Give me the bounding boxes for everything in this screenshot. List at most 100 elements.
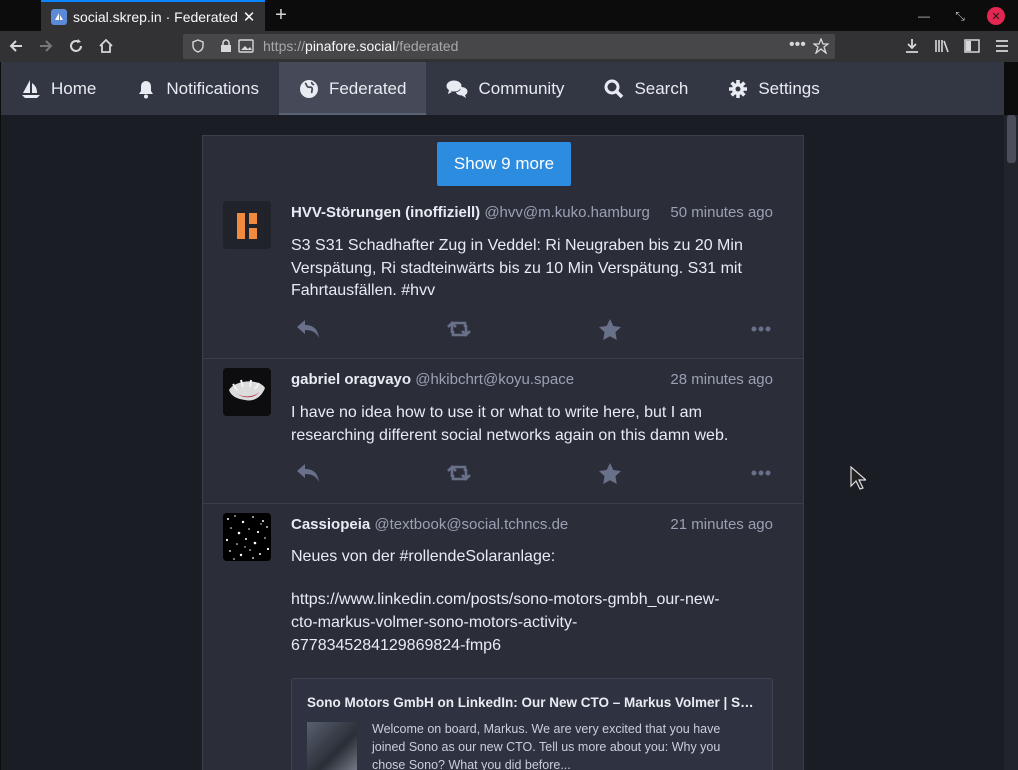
card-desc-line: joined Sono as our new CTO. Tell us more…	[372, 740, 721, 754]
pinafore-favicon-icon	[51, 8, 67, 25]
account-handle[interactable]: @textbook@social.tchncs.de	[374, 516, 568, 533]
nav-federated[interactable]: Federated	[278, 62, 427, 115]
status-time[interactable]: 28 minutes ago	[670, 371, 773, 388]
reply-icon[interactable]	[291, 314, 325, 344]
reload-icon[interactable]	[65, 35, 87, 57]
card-desc-line: chose Sono? What you did before...	[372, 758, 571, 770]
window-close-icon[interactable]: ✕	[987, 7, 1005, 25]
nav-search[interactable]: Search	[584, 62, 708, 115]
nav-notifications-label: Notifications	[166, 78, 259, 98]
bookmark-star-icon[interactable]	[813, 38, 829, 54]
hamburger-menu-icon[interactable]	[991, 35, 1013, 57]
account-handle[interactable]: @hkibchrt@koyu.space	[415, 371, 574, 388]
nav-home[interactable]: Home	[1, 62, 116, 115]
card-description: Welcome on board, Markus. We are very ex…	[372, 720, 762, 770]
link-line[interactable]: cto-markus-volmer-sono-motors-activity-	[291, 612, 773, 635]
avatar[interactable]	[223, 368, 271, 416]
show-more-button[interactable]: Show 9 more	[437, 142, 571, 186]
display-name[interactable]: gabriel oragvayo	[291, 371, 411, 388]
back-icon[interactable]	[5, 35, 27, 57]
more-options-icon[interactable]	[744, 314, 778, 344]
bell-icon	[139, 80, 154, 98]
status-time[interactable]: 50 minutes ago	[670, 204, 773, 221]
nav-community-label: Community	[478, 78, 565, 98]
nav-search-label: Search	[634, 78, 689, 98]
federated-timeline: Show 9 more HVV-Störungen (inoffiziell) …	[202, 135, 804, 770]
card-desc-line: Welcome on board, Markus. We are very ex…	[372, 722, 721, 736]
app-nav: Home Notifications Federated Community S…	[1, 62, 1004, 115]
creature-avatar-icon	[223, 368, 271, 416]
tab-close-icon[interactable]: ✕	[239, 7, 259, 27]
content-line: I have no idea how to use it or what to …	[291, 404, 702, 421]
favorite-star-icon[interactable]	[593, 314, 627, 344]
avatar[interactable]	[223, 513, 271, 561]
status-item[interactable]: HVV-Störungen (inoffiziell) @hvv@m.kuko.…	[203, 193, 803, 358]
content-line: Verspätung, Ri stadteinwärts bis zu 10 M…	[291, 259, 742, 277]
status-content: I have no idea how to use it or what to …	[291, 402, 773, 447]
lock-icon[interactable]	[220, 39, 232, 53]
home-icon[interactable]	[95, 35, 117, 57]
tab-title: social.skrep.in · Federated	[73, 8, 238, 25]
browser-tab[interactable]: social.skrep.in · Federated ✕	[41, 0, 265, 31]
status-content: S3 S31 Schadhafter Zug in Veddel: Ri Neu…	[291, 235, 773, 303]
main-content: Show 9 more HVV-Störungen (inoffiziell) …	[1, 115, 1004, 770]
avatar[interactable]	[223, 201, 271, 249]
favorite-star-icon[interactable]	[593, 458, 627, 488]
status-item[interactable]: Cassiopeia @textbook@social.tchncs.de 21…	[203, 503, 803, 770]
boost-icon[interactable]	[442, 314, 476, 344]
comments-icon	[446, 80, 468, 98]
status-header: gabriel oragvayo @hkibchrt@koyu.space	[291, 371, 574, 388]
nav-community[interactable]: Community	[426, 62, 584, 115]
browser-tab-strip: social.skrep.in · Federated ✕ + — ⤡ ✕	[0, 0, 1018, 31]
more-options-icon[interactable]	[744, 458, 778, 488]
minimize-icon[interactable]: —	[915, 7, 933, 25]
url-text[interactable]: https://pinafore.social/federated	[263, 38, 458, 54]
status-item[interactable]: gabriel oragvayo @hkibchrt@koyu.space 28…	[203, 358, 803, 503]
account-handle[interactable]: @hvv@m.kuko.hamburg	[484, 204, 650, 221]
browser-toolbar: https://pinafore.social/federated •••	[0, 31, 1018, 62]
boost-icon[interactable]	[442, 458, 476, 488]
downloads-icon[interactable]	[901, 35, 923, 57]
mouse-cursor-icon	[850, 466, 866, 490]
nav-notifications[interactable]: Notifications	[116, 62, 279, 115]
scrollbar-thumb[interactable]	[1007, 115, 1016, 163]
status-actions	[291, 314, 773, 344]
display-name[interactable]: Cassiopeia	[291, 516, 370, 533]
sidebar-icon[interactable]	[961, 35, 983, 57]
status-content: Neues von der #rollendeSolaranlage: http…	[291, 546, 773, 657]
page-actions-icon[interactable]: •••	[789, 36, 806, 54]
content-line: S3 S31 Schadhafter Zug in Veddel: Ri Neu…	[291, 237, 743, 254]
content-line: researching different social networks ag…	[291, 426, 729, 444]
restore-icon[interactable]: ⤡	[951, 7, 969, 25]
nav-home-label: Home	[51, 78, 97, 98]
status-header: Cassiopeia @textbook@social.tchncs.de	[291, 516, 568, 533]
page-image-icon[interactable]	[238, 39, 254, 53]
new-tab-icon[interactable]: +	[270, 4, 292, 26]
content-line: Neues von der #rollendeSolaranlage:	[291, 548, 556, 565]
page-scrollbar[interactable]	[1004, 115, 1018, 770]
nav-settings-label: Settings	[758, 78, 820, 98]
starfield-avatar-icon	[223, 513, 271, 561]
status-header: HVV-Störungen (inoffiziell) @hvv@m.kuko.…	[291, 204, 650, 221]
card-thumbnail	[307, 722, 357, 770]
reply-icon[interactable]	[291, 458, 325, 488]
link-line[interactable]: 6778345284129869824-fmp6	[291, 635, 773, 658]
gear-icon	[729, 79, 748, 98]
nav-settings[interactable]: Settings	[708, 62, 839, 115]
link-line[interactable]: https://www.linkedin.com/posts/sono-moto…	[291, 589, 773, 612]
link-preview-card[interactable]: Sono Motors GmbH on LinkedIn: Our New CT…	[291, 678, 773, 770]
library-icon[interactable]	[931, 35, 953, 57]
hvv-logo-icon	[223, 201, 271, 249]
forward-icon[interactable]	[35, 35, 57, 57]
nav-federated-label: Federated	[328, 78, 407, 98]
tracking-shield-icon[interactable]	[191, 39, 205, 53]
status-time[interactable]: 21 minutes ago	[670, 516, 773, 533]
status-link[interactable]: https://www.linkedin.com/posts/sono-moto…	[291, 589, 773, 657]
sailboat-icon	[22, 79, 40, 98]
url-bar[interactable]: https://pinafore.social/federated •••	[183, 34, 835, 59]
display-name[interactable]: HVV-Störungen (inoffiziell)	[291, 204, 480, 221]
globe-icon	[299, 79, 318, 98]
content-line: Fahrtausfällen. #hvv	[291, 282, 436, 300]
search-icon	[604, 79, 624, 98]
card-title: Sono Motors GmbH on LinkedIn: Our New CT…	[307, 695, 757, 710]
